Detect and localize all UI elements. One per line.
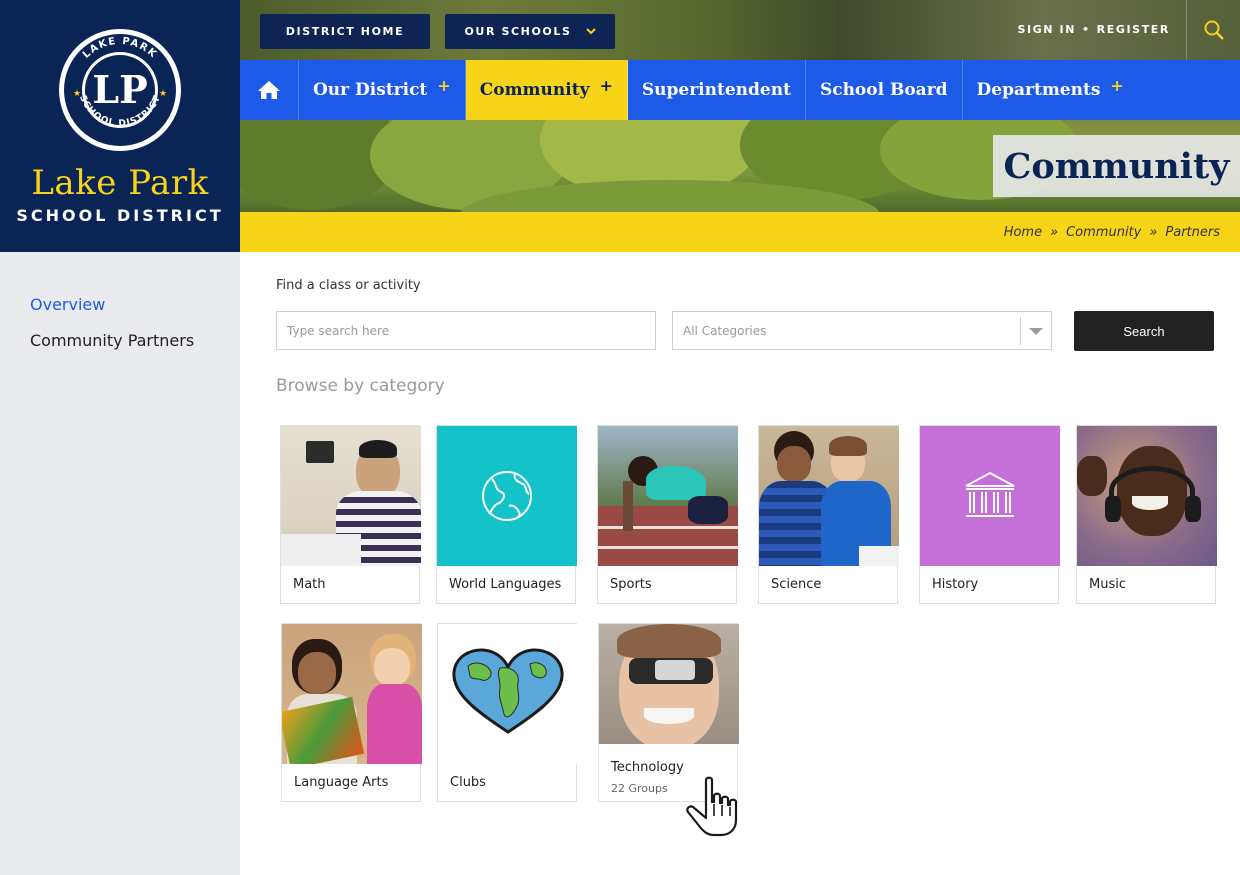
- hand-pointer-cursor-icon: [686, 776, 738, 837]
- district-home-label: DISTRICT HOME: [285, 25, 405, 38]
- category-label: World Languages: [449, 577, 562, 592]
- breadcrumb-partners: Partners: [1165, 224, 1220, 240]
- history-thumb: [920, 426, 1060, 566]
- chevron-down-icon: [585, 25, 596, 38]
- category-label: Language Arts: [294, 775, 389, 790]
- utility-bar: DISTRICT HOME OUR SCHOOLS SIGN IN • REGIST…: [240, 0, 1240, 60]
- nav-label: Departments: [976, 80, 1101, 100]
- search-icon: [1204, 20, 1224, 40]
- category-label: Technology: [611, 760, 684, 775]
- hero-title-box: Community: [993, 135, 1240, 197]
- separator-dot: •: [1082, 23, 1091, 36]
- category-label: Math: [293, 577, 326, 592]
- technology-photo: [599, 624, 739, 744]
- logo-subtitle: SCHOOL DISTRICT: [16, 206, 224, 225]
- logo-name: Lake Park: [31, 163, 209, 203]
- sidebar-item-community-partners[interactable]: Community Partners: [30, 331, 194, 350]
- search-button[interactable]: Search: [1074, 311, 1214, 351]
- search-input[interactable]: [276, 311, 656, 350]
- hero-banner: Community: [240, 120, 1240, 212]
- science-photo: [759, 426, 899, 566]
- category-label: History: [932, 577, 979, 592]
- nav-label: School Board: [819, 80, 948, 100]
- district-home-button[interactable]: DISTRICT HOME: [260, 14, 430, 49]
- breadcrumb-home[interactable]: Home: [1004, 225, 1042, 240]
- main-navigation: Our District + Community + Superintenden…: [240, 60, 1240, 120]
- sidebar-item-overview[interactable]: Overview: [30, 295, 105, 314]
- category-tile-math[interactable]: Math: [280, 425, 421, 604]
- nav-superintendent[interactable]: Superintendent: [628, 60, 806, 120]
- nav-community[interactable]: Community +: [465, 60, 628, 120]
- columns-building-icon: [965, 471, 1015, 517]
- category-tile-language-arts[interactable]: Language Arts: [281, 623, 422, 802]
- browse-title: Browse by category: [276, 376, 445, 396]
- world-languages-thumb: [437, 426, 577, 566]
- plus-icon: +: [1110, 75, 1124, 95]
- category-tile-science[interactable]: Science: [758, 425, 899, 604]
- account-links: SIGN IN • REGISTER: [1017, 23, 1170, 36]
- sign-in-link[interactable]: SIGN IN: [1017, 23, 1076, 36]
- plus-icon: +: [437, 75, 451, 95]
- district-logo[interactable]: LP LAKE PARK SCHOOL DISTRICT ★ ★ Lake Pa…: [0, 0, 240, 252]
- site-search-button[interactable]: [1186, 0, 1240, 60]
- category-label: Science: [771, 577, 822, 592]
- sidebar: Overview Community Partners: [0, 252, 240, 875]
- category-tile-world-languages[interactable]: World Languages: [436, 425, 577, 604]
- nav-departments[interactable]: Departments +: [963, 60, 1138, 120]
- breadcrumb-community[interactable]: Community: [1066, 225, 1141, 240]
- breadcrumb: Home » Community » Partners: [240, 212, 1240, 252]
- caret-down-icon: [1029, 327, 1043, 335]
- search-label: Find a class or activity: [276, 278, 421, 293]
- category-tile-clubs[interactable]: Clubs: [437, 623, 578, 802]
- svg-text:★: ★: [159, 89, 167, 99]
- category-select[interactable]: All Categories: [672, 311, 1052, 350]
- math-photo: [281, 426, 421, 566]
- nav-label: Our District: [313, 80, 428, 100]
- heart-earth-icon: [452, 648, 564, 734]
- nav-label: Community: [479, 80, 590, 100]
- svg-text:★: ★: [73, 89, 81, 99]
- nav-home[interactable]: [240, 60, 299, 120]
- clubs-thumb: [438, 624, 578, 764]
- category-label: Music: [1089, 577, 1126, 592]
- category-tile-history[interactable]: History: [919, 425, 1060, 604]
- category-label: Clubs: [450, 775, 486, 790]
- nav-school-board[interactable]: School Board: [806, 60, 963, 120]
- music-photo: [1077, 426, 1217, 566]
- breadcrumb-separator: »: [1149, 224, 1158, 240]
- home-icon: [258, 81, 280, 99]
- district-seal-icon: LP LAKE PARK SCHOOL DISTRICT ★ ★: [59, 29, 181, 151]
- category-dropdown-toggle[interactable]: [1020, 317, 1051, 345]
- plus-icon: +: [599, 75, 613, 95]
- category-tile-music[interactable]: Music: [1076, 425, 1217, 604]
- sports-photo: [598, 426, 738, 566]
- nav-our-district[interactable]: Our District +: [299, 60, 466, 120]
- language-arts-photo: [282, 624, 422, 764]
- register-link[interactable]: REGISTER: [1097, 23, 1170, 36]
- category-tile-sports[interactable]: Sports: [597, 425, 738, 604]
- breadcrumb-separator: »: [1050, 224, 1059, 240]
- seal-monogram: LP: [92, 67, 147, 112]
- page-title: Community: [1003, 145, 1230, 187]
- our-schools-dropdown[interactable]: OUR SCHOOLS: [445, 14, 615, 49]
- category-label: Sports: [610, 577, 652, 592]
- our-schools-label: OUR SCHOOLS: [464, 25, 572, 38]
- nav-label: Superintendent: [641, 80, 791, 100]
- globe-icon: [482, 471, 532, 521]
- category-selected-value: All Categories: [683, 323, 767, 338]
- category-group-count: 22 Groups: [611, 782, 668, 795]
